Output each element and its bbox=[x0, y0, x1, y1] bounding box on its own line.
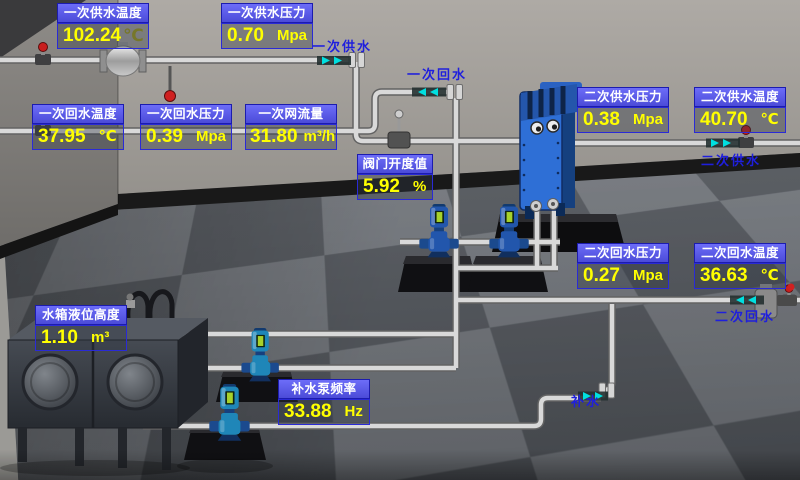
panel-value-box: 0.38 Mpa bbox=[577, 107, 669, 133]
panel-value: 5.92 bbox=[363, 175, 400, 199]
panel-makeup-pump-frequency: 补水泵频率 33.88 Hz bbox=[278, 379, 370, 425]
panel-unit: Mpa bbox=[633, 108, 663, 132]
panel-value-box: 31.80 m³/h bbox=[245, 124, 337, 150]
panel-value: 102.24 bbox=[63, 24, 121, 48]
panel-title: 一次回水压力 bbox=[140, 104, 232, 124]
panel-secondary-supply-temp: 二次供水温度 40.70 ℃ bbox=[694, 87, 786, 133]
panel-primary-return-pressure: 一次回水压力 0.39 Mpa bbox=[140, 104, 232, 150]
panel-value: 33.88 bbox=[284, 400, 332, 424]
panel-title: 一次供水压力 bbox=[221, 3, 313, 23]
panel-secondary-supply-pressure: 二次供水压力 0.38 Mpa bbox=[577, 87, 669, 133]
flow-arrow-primary-supply bbox=[317, 56, 351, 65]
panel-value: 36.63 bbox=[700, 264, 748, 288]
panel-value-box: 40.70 ℃ bbox=[694, 107, 786, 133]
panel-title: 补水泵频率 bbox=[278, 379, 370, 399]
panel-primary-return-temp: 一次回水温度 37.95 ℃ bbox=[32, 104, 124, 150]
panel-title: 二次回水压力 bbox=[577, 243, 669, 263]
panel-secondary-return-pressure: 二次回水压力 0.27 Mpa bbox=[577, 243, 669, 289]
panel-unit: Hz bbox=[345, 400, 363, 424]
panel-value-box: 33.88 Hz bbox=[278, 399, 370, 425]
panel-value: 0.38 bbox=[583, 108, 620, 132]
panel-value-box: 0.27 Mpa bbox=[577, 263, 669, 289]
panel-value-box: 5.92 % bbox=[357, 174, 433, 200]
panel-value-box: 0.39 Mpa bbox=[140, 124, 232, 150]
panel-unit: ℃ bbox=[99, 125, 117, 149]
flow-arrow-secondary-return bbox=[730, 296, 764, 305]
panel-primary-supply-temp: 一次供水温度 102.24 ℃ bbox=[57, 3, 149, 49]
pipe-label-primary-supply: 一次供水 bbox=[312, 36, 372, 55]
flow-arrow-primary-return bbox=[412, 88, 446, 97]
panel-value: 0.39 bbox=[146, 125, 183, 149]
panel-title: 一次供水温度 bbox=[57, 3, 149, 23]
panel-unit: m³ bbox=[91, 326, 109, 350]
panel-value-box: 1.10 m³ bbox=[35, 325, 127, 351]
panel-value: 1.10 bbox=[41, 326, 78, 350]
panel-primary-network-flow: 一次网流量 31.80 m³/h bbox=[245, 104, 337, 150]
panel-title: 二次供水温度 bbox=[694, 87, 786, 107]
hmi-heat-exchange-station: 一次供水温度 102.24 ℃ 一次供水压力 0.70 Mpa 一次回水温度 3… bbox=[0, 0, 800, 480]
panel-tank-level: 水箱液位高度 1.10 m³ bbox=[35, 305, 127, 351]
heat-exchanger-icon[interactable] bbox=[520, 82, 582, 219]
panel-unit: ℃ bbox=[761, 108, 779, 132]
panel-title: 水箱液位高度 bbox=[35, 305, 127, 325]
panel-unit: Mpa bbox=[633, 264, 663, 288]
panel-value-box: 36.63 ℃ bbox=[694, 263, 786, 289]
panel-value-box: 0.70 Mpa bbox=[221, 23, 313, 49]
pipe-label-makeup-water: 补水 bbox=[571, 391, 601, 410]
panel-value: 31.80 bbox=[250, 125, 298, 149]
panel-title: 二次供水压力 bbox=[577, 87, 669, 107]
panel-value: 37.95 bbox=[38, 125, 86, 149]
panel-value: 0.27 bbox=[583, 264, 620, 288]
pipe-label-secondary-supply: 二次供水 bbox=[701, 150, 761, 169]
pipe-label-secondary-return: 二次回水 bbox=[715, 306, 775, 325]
panel-valve-opening: 阀门开度值 5.92 % bbox=[357, 154, 433, 200]
panel-value: 40.70 bbox=[700, 108, 748, 132]
panel-title: 一次网流量 bbox=[245, 104, 337, 124]
panel-title: 一次回水温度 bbox=[32, 104, 124, 124]
panel-unit: % bbox=[413, 175, 426, 199]
panel-unit: Mpa bbox=[196, 125, 226, 149]
panel-title: 阀门开度值 bbox=[357, 154, 433, 174]
panel-primary-supply-pressure: 一次供水压力 0.70 Mpa bbox=[221, 3, 313, 49]
panel-title: 二次回水温度 bbox=[694, 243, 786, 263]
panel-unit: ℃ bbox=[123, 24, 144, 48]
panel-value-box: 37.95 ℃ bbox=[32, 124, 124, 150]
panel-unit: Mpa bbox=[277, 24, 307, 48]
scene-graphic bbox=[0, 0, 800, 480]
pipe-label-primary-return: 一次回水 bbox=[407, 64, 467, 83]
panel-unit: m³/h bbox=[304, 125, 336, 149]
flow-arrow-secondary-supply bbox=[706, 139, 740, 148]
panel-value: 0.70 bbox=[227, 24, 264, 48]
panel-unit: ℃ bbox=[761, 264, 779, 288]
panel-secondary-return-temp: 二次回水温度 36.63 ℃ bbox=[694, 243, 786, 289]
panel-value-box: 102.24 ℃ bbox=[57, 23, 149, 49]
